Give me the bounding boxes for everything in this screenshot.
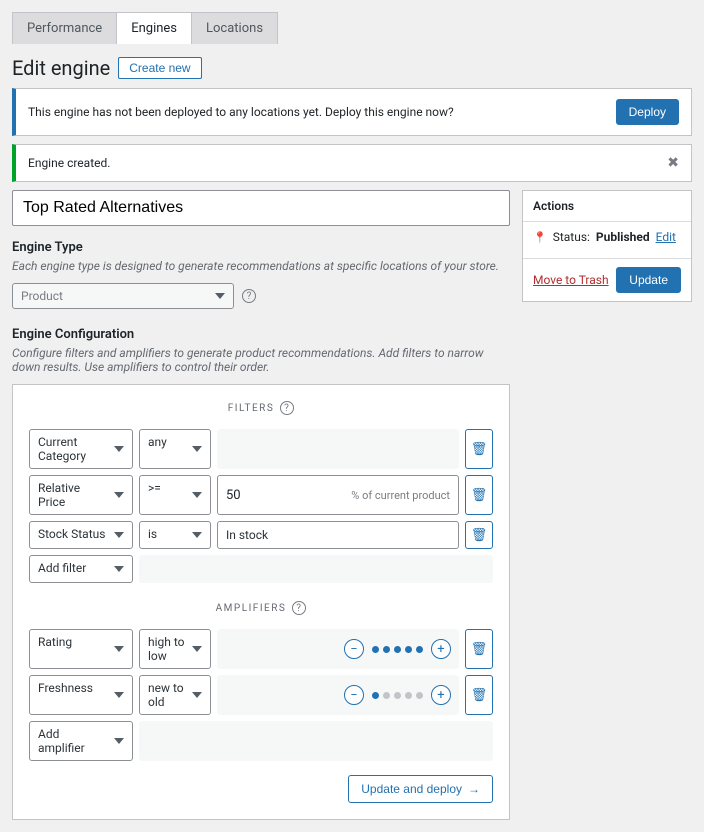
help-icon[interactable]: ?	[292, 601, 306, 615]
dismiss-icon[interactable]: ✖	[667, 155, 679, 171]
pin-icon: 📍	[533, 231, 547, 244]
trash-icon: 🗑	[471, 528, 488, 543]
engine-config-desc: Configure filters and amplifiers to gene…	[12, 346, 510, 374]
delete-filter-button[interactable]: 🗑	[465, 475, 493, 515]
tab-locations[interactable]: Locations	[191, 12, 278, 44]
update-button[interactable]: Update	[616, 267, 681, 293]
delete-filter-button[interactable]: 🗑	[465, 521, 493, 549]
actions-heading: Actions	[523, 191, 691, 222]
created-notice-text: Engine created.	[28, 156, 110, 170]
edit-status-link[interactable]: Edit	[656, 230, 676, 244]
status-label: Status:	[553, 230, 590, 244]
filter-field-select[interactable]: Relative Price	[29, 475, 133, 515]
filter-value-input[interactable]: 50 % of current product	[217, 475, 459, 515]
deploy-notice-text: This engine has not been deployed to any…	[28, 105, 454, 119]
amplifier-op-select[interactable]: high to low	[139, 629, 211, 669]
deploy-notice: This engine has not been deployed to any…	[12, 88, 692, 136]
increase-weight-button[interactable]: +	[431, 685, 451, 705]
page-title: Edit engine	[12, 56, 110, 80]
deploy-button[interactable]: Deploy	[616, 99, 679, 125]
filter-op-select[interactable]: >=	[139, 475, 211, 515]
amplifier-op-select[interactable]: new to old	[139, 675, 211, 715]
increase-weight-button[interactable]: +	[431, 639, 451, 659]
add-filter-select[interactable]: Add filter	[29, 555, 133, 583]
engine-type-desc: Each engine type is designed to generate…	[12, 259, 510, 273]
filter-field-select[interactable]: Stock Status	[29, 521, 133, 549]
trash-icon: 🗑	[471, 488, 488, 503]
config-box: FILTERS ? Current Category any 🗑 Relativ…	[12, 384, 510, 820]
filter-op-select[interactable]: is	[139, 521, 211, 549]
tab-performance[interactable]: Performance	[12, 12, 117, 44]
engine-name-input[interactable]	[12, 190, 510, 226]
help-icon[interactable]: ?	[280, 401, 294, 415]
trash-icon: 🗑	[471, 642, 488, 657]
delete-filter-button[interactable]: 🗑	[465, 429, 493, 469]
filter-field-select[interactable]: Current Category	[29, 429, 133, 469]
created-notice: Engine created. ✖	[12, 144, 692, 182]
amplifiers-label: AMPLIFIERS	[216, 603, 287, 614]
actions-panel: Actions 📍 Status: Published Edit Move to…	[522, 190, 692, 302]
add-amplifier-select[interactable]: Add amplifier	[29, 721, 133, 761]
create-new-button[interactable]: Create new	[118, 57, 201, 79]
decrease-weight-button[interactable]: −	[344, 639, 364, 659]
decrease-weight-button[interactable]: −	[344, 685, 364, 705]
filter-value	[217, 429, 459, 469]
engine-config-heading: Engine Configuration	[12, 327, 510, 342]
update-deploy-button[interactable]: Update and deploy →	[348, 775, 493, 803]
delete-amplifier-button[interactable]: 🗑	[465, 629, 493, 669]
delete-amplifier-button[interactable]: 🗑	[465, 675, 493, 715]
filters-label: FILTERS	[228, 403, 275, 414]
move-to-trash-link[interactable]: Move to Trash	[533, 273, 609, 287]
filter-op-select[interactable]: any	[139, 429, 211, 469]
filter-value-select[interactable]: In stock	[217, 521, 459, 549]
trash-icon: 🗑	[471, 688, 488, 703]
trash-icon: 🗑	[471, 442, 488, 457]
engine-type-select[interactable]: Product	[12, 283, 234, 309]
amplifier-field-select[interactable]: Freshness	[29, 675, 133, 715]
amplifier-field-select[interactable]: Rating	[29, 629, 133, 669]
status-value: Published	[596, 230, 650, 244]
weight-indicator	[372, 646, 423, 653]
arrow-right-icon: →	[468, 782, 480, 796]
tab-engines[interactable]: Engines	[116, 12, 192, 44]
engine-type-heading: Engine Type	[12, 240, 510, 255]
help-icon[interactable]: ?	[242, 289, 256, 303]
